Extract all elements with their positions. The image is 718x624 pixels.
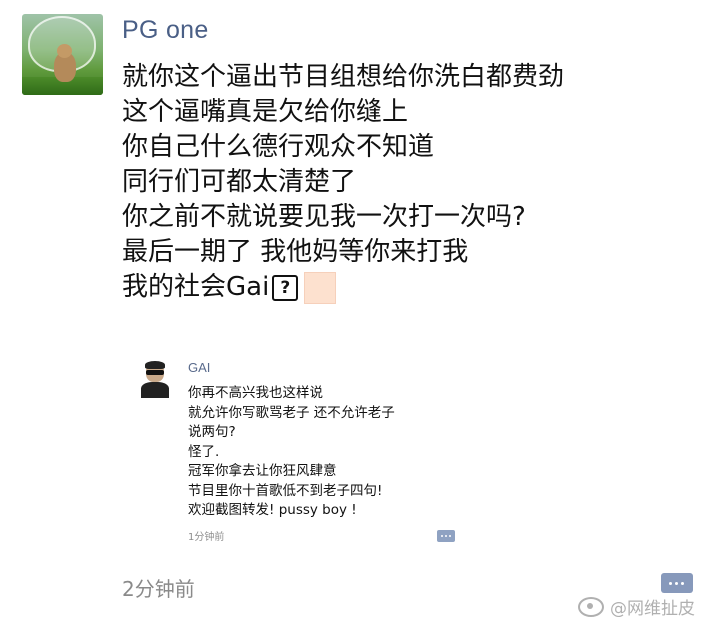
embedded-screenshot[interactable]: GAI 你再不高兴我也这样说 就允许你写歌骂老子 还不允许老子 说两句? 怪了.… xyxy=(133,348,478,553)
embedded-line: 节目里你十首歌低不到老子四句! xyxy=(188,482,383,499)
post-line-text: 我的社会Gai xyxy=(122,272,270,302)
watermark: @网维扯皮 xyxy=(578,594,695,619)
post-line: 就你这个逼出节目组想给你洗白都费劲 xyxy=(122,62,565,92)
watermark-text: @网维扯皮 xyxy=(610,599,695,619)
post-line: 同行们可都太清楚了 xyxy=(122,167,357,197)
post-line: 这个逼嘴真是欠给你缝上 xyxy=(122,97,409,127)
embedded-line: 你再不高兴我也这样说 xyxy=(188,385,323,401)
comment-icon[interactable] xyxy=(661,573,693,593)
embedded-line: 就允许你写歌骂老子 还不允许老子 xyxy=(188,404,395,421)
avatar-squirrel-head xyxy=(57,44,72,58)
gai-avatar xyxy=(141,361,169,398)
embedded-timestamp: 1分钟前 xyxy=(188,532,225,543)
author-name[interactable]: PG one xyxy=(122,16,209,45)
gai-avatar-body xyxy=(141,382,169,398)
embedded-line: 怪了. xyxy=(188,443,220,460)
post-timestamp: 2分钟前 xyxy=(122,577,195,601)
author-avatar[interactable] xyxy=(22,14,103,95)
post-line-last: 我的社会Gai ? xyxy=(122,270,564,305)
post-line: 最后一期了 我他妈等你来打我 xyxy=(122,237,469,267)
embedded-author-name: GAI xyxy=(188,360,211,375)
post-line: 你自己什么德行观众不知道 xyxy=(122,132,435,162)
gai-avatar-sunglasses xyxy=(146,370,164,375)
embedded-line: 说两句? xyxy=(188,424,236,440)
embedded-line: 冠军你拿去让你狂风肆意 xyxy=(188,463,337,479)
embedded-line: 欢迎截图转发! pussy boy ! xyxy=(188,502,357,518)
embedded-content: 你再不高兴我也这样说 就允许你写歌骂老子 还不允许老子 说两句? 怪了. 冠军你… xyxy=(188,384,395,521)
emoji-placeholder-box xyxy=(304,271,337,304)
broken-emoji-icon: ? xyxy=(272,274,299,301)
post-content: 就你这个逼出节目组想给你洗白都费劲 这个逼嘴真是欠给你缝上 你自己什么德行观众不… xyxy=(122,60,564,305)
gai-avatar-hair xyxy=(145,361,165,369)
weibo-logo-icon xyxy=(578,596,604,617)
comment-icon xyxy=(437,530,455,542)
post-line: 你之前不就说要见我一次打一次吗? xyxy=(122,202,526,232)
